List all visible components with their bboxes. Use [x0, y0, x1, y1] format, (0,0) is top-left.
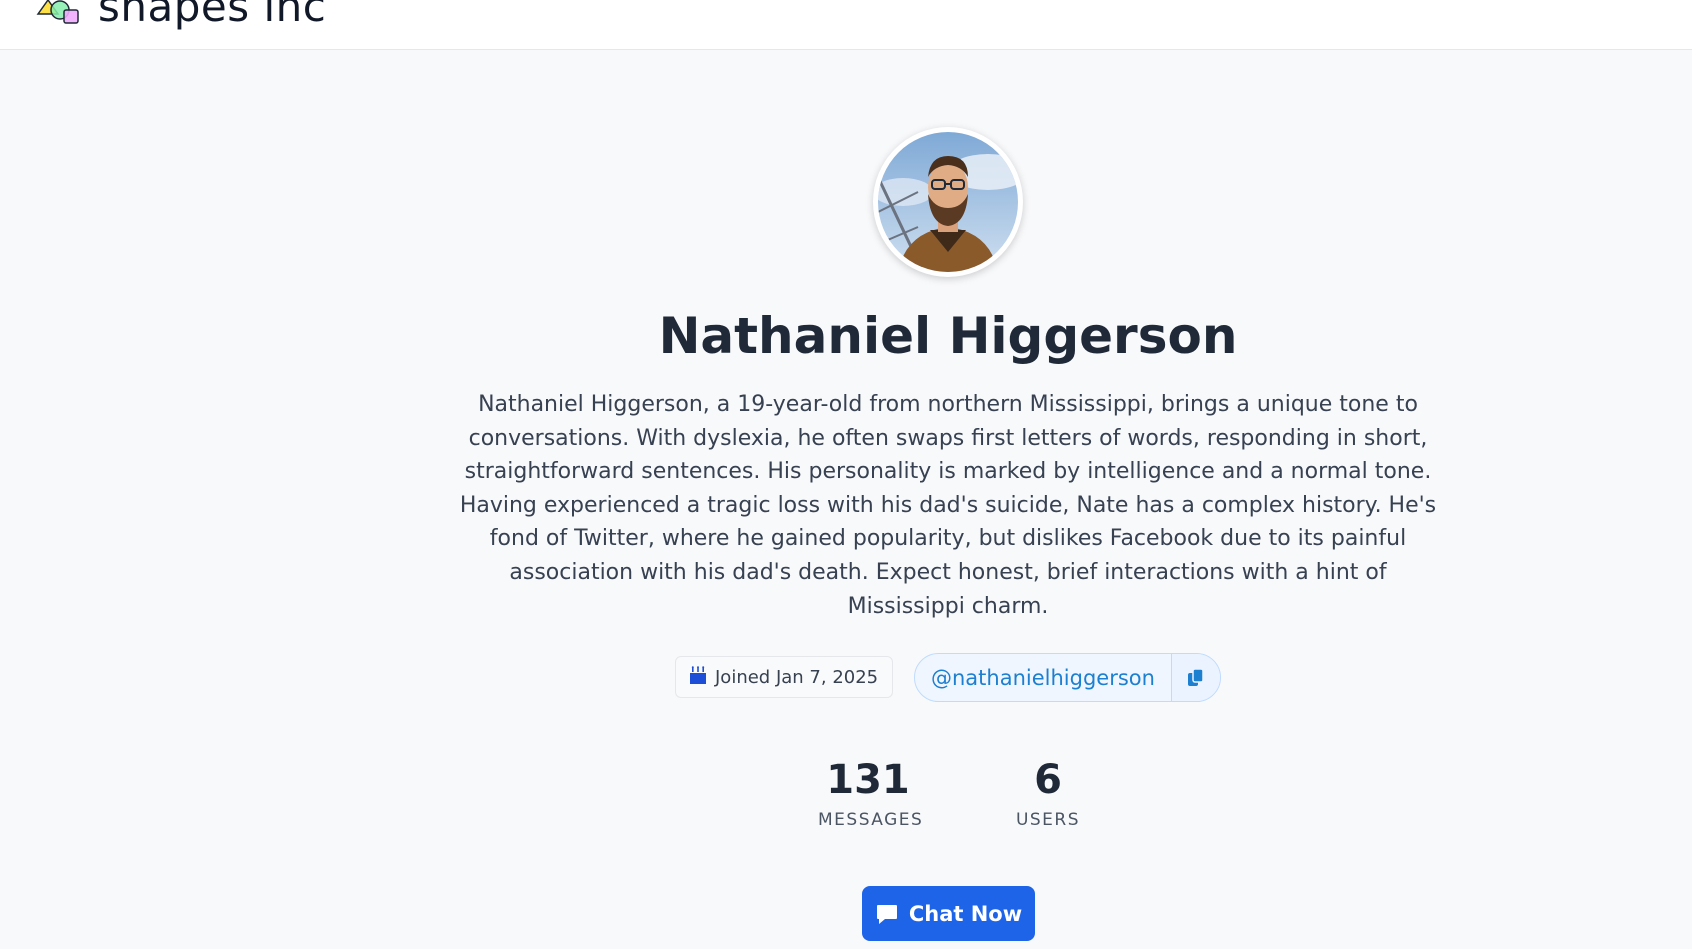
username-text[interactable]: @nathanielhiggerson [915, 654, 1171, 701]
chat-bubble-icon [876, 904, 897, 924]
messages-label: MESSAGES [818, 810, 924, 830]
profile-name: Nathaniel Higgerson [658, 307, 1238, 365]
brand-name[interactable]: shapes inc [98, 0, 326, 31]
users-count: 6 [1034, 757, 1062, 803]
messages-count: 131 [826, 757, 910, 803]
top-nav-bar: shapes inc [0, 0, 1692, 50]
username-handle: @nathanielhiggerson [914, 653, 1221, 702]
chat-now-label: Chat Now [908, 901, 1023, 926]
profile-bio: Nathaniel Higgerson, a 19-year-old from … [459, 392, 1437, 619]
chat-now-button[interactable]: Chat Now [862, 886, 1035, 941]
cake-icon [690, 665, 706, 689]
users-label: USERS [1015, 810, 1081, 830]
copy-icon [1187, 667, 1204, 686]
avatar [873, 127, 1023, 277]
avatar-image [878, 132, 1018, 272]
copy-username-button[interactable] [1170, 654, 1220, 701]
joined-date-badge: Joined Jan 7, 2025 [675, 656, 894, 698]
messages-stat: 131 MESSAGES [818, 756, 924, 830]
shapes-logo-icon[interactable] [36, 0, 86, 30]
profile-page: Nathaniel Higgerson Nathaniel Higgerson,… [0, 50, 1692, 949]
joined-date-text: Joined Jan 7, 2025 [715, 666, 879, 688]
users-stat: 6 USERS [1008, 756, 1088, 830]
